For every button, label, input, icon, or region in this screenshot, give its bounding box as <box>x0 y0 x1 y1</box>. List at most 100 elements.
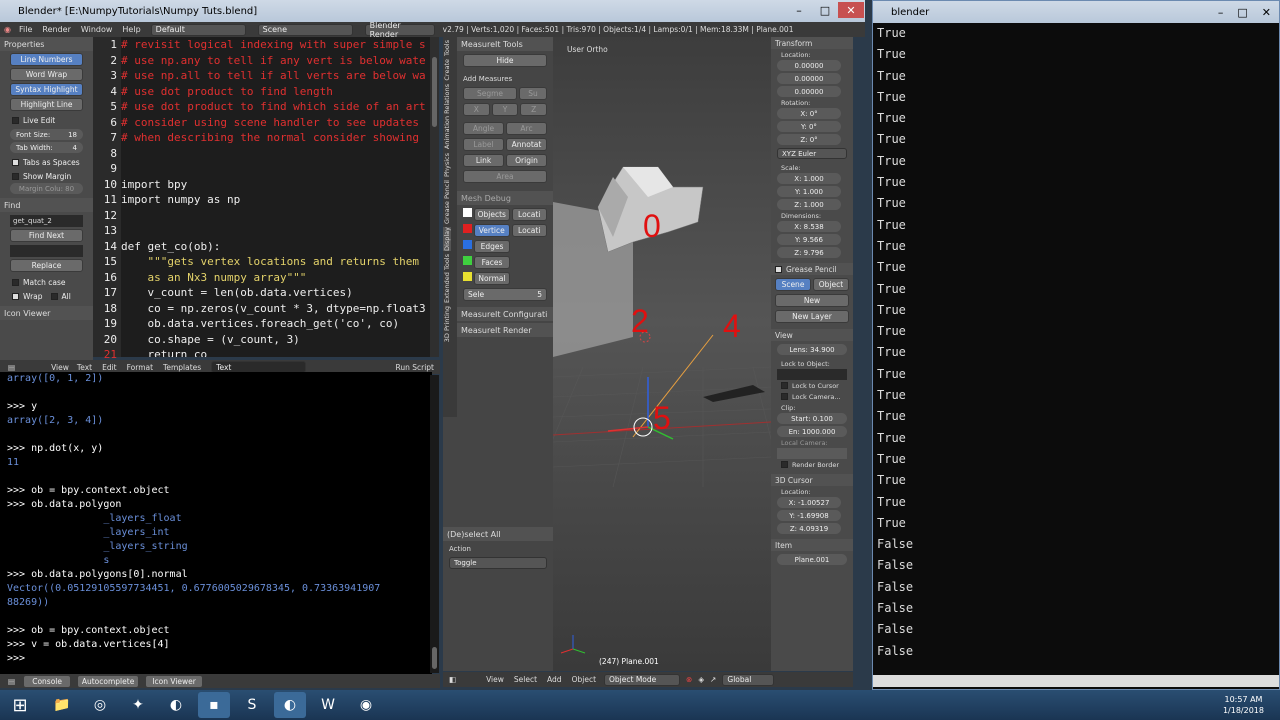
icon-viewer-button[interactable]: Icon Viewer <box>145 674 204 688</box>
terminal-maximize-button[interactable]: □ <box>1237 6 1247 19</box>
obs-icon[interactable]: ◉ <box>350 692 382 718</box>
x-button[interactable]: X <box>463 103 490 116</box>
blender-icon[interactable]: ◉ <box>4 25 11 34</box>
grease-pencil-header[interactable]: Grease Pencil <box>771 263 853 275</box>
lock-camera-checkbox[interactable]: Lock Camera... <box>771 391 853 402</box>
orientation-selector[interactable]: Global <box>722 673 775 686</box>
autocomplete-button[interactable]: Autocomplete <box>77 674 140 688</box>
editor-scrollbar[interactable] <box>430 37 439 357</box>
live-edit-checkbox[interactable]: Live Edit <box>0 113 93 127</box>
scale-y-field[interactable]: Y: 1.000 <box>777 186 841 197</box>
lens-field[interactable]: Lens: 34.900 <box>777 344 847 355</box>
label-button[interactable]: Label <box>463 138 504 151</box>
debug-vertices-location-toggle[interactable]: Locati <box>511 224 547 237</box>
tab-display[interactable]: Display <box>443 226 451 251</box>
terminal-close-button[interactable]: ✕ <box>1262 6 1271 19</box>
menu-text[interactable]: Text <box>77 363 92 372</box>
tab-grease-pencil[interactable]: Grease Pencil <box>443 180 451 224</box>
console-menu[interactable]: Console <box>23 674 72 688</box>
vertices-color-swatch[interactable] <box>463 224 472 233</box>
rotation-x-field[interactable]: X: 0° <box>777 108 841 119</box>
menu-edit[interactable]: Edit <box>102 363 117 372</box>
measureit-tools-header[interactable]: MeasureIt Tools <box>457 37 553 51</box>
debug-normal-toggle[interactable]: Normal <box>474 272 510 285</box>
dimension-x-field[interactable]: X: 8.538 <box>777 221 841 232</box>
terminal-scrollbar[interactable] <box>873 675 1279 687</box>
annotate-button[interactable]: Annotat <box>506 138 547 151</box>
code-editor[interactable]: # revisit logical indexing with super si… <box>121 37 431 357</box>
menu-window[interactable]: Window <box>81 25 113 34</box>
3d-cursor-header[interactable]: 3D Cursor <box>771 474 853 486</box>
tab-relations[interactable]: Relations <box>443 84 451 114</box>
menu-format[interactable]: Format <box>127 363 153 372</box>
menu-view[interactable]: View <box>51 363 69 372</box>
measureit-configuration-header[interactable]: MeasureIt Configurati <box>457 307 553 321</box>
word-wrap-toggle[interactable]: Word Wrap <box>10 68 83 81</box>
font-size-field[interactable]: Font Size: 18 <box>10 129 83 140</box>
debug-faces-toggle[interactable]: Faces <box>474 256 510 269</box>
skype-icon[interactable]: S <box>236 692 268 718</box>
area-button[interactable]: Area <box>463 170 547 183</box>
lock-to-cursor-checkbox[interactable]: Lock to Cursor <box>771 380 853 391</box>
location-y-field[interactable]: 0.00000 <box>777 73 841 84</box>
find-header[interactable]: Find <box>0 198 93 212</box>
3d-viewport[interactable]: User Ortho 0 2 4 5 (247) Plane.001 <box>553 37 771 671</box>
objects-color-swatch[interactable] <box>463 208 472 217</box>
terminal-minimize-button[interactable]: – <box>1218 6 1224 19</box>
menu-help[interactable]: Help <box>122 25 140 34</box>
start-button[interactable]: ⊞ <box>0 692 40 718</box>
layout-selector[interactable]: Default <box>150 23 246 36</box>
mesh-debug-header[interactable]: Mesh Debug <box>457 191 553 205</box>
cursor-z-field[interactable]: Z: 4.09319 <box>777 523 841 534</box>
gp-scene-button[interactable]: Scene <box>775 278 811 291</box>
item-header[interactable]: Item <box>771 539 853 551</box>
wrap-checkbox[interactable] <box>12 292 19 300</box>
selection-count-field[interactable]: Sele 5 <box>463 288 547 301</box>
hide-measures-button[interactable]: Hide <box>463 54 547 67</box>
find-next-button[interactable]: Find Next <box>10 229 83 242</box>
rotation-z-field[interactable]: Z: 0° <box>777 134 841 145</box>
render-engine-selector[interactable]: Blender Render <box>364 21 435 39</box>
angle-button[interactable]: Angle <box>463 122 504 135</box>
console-type-icon[interactable]: ▤ <box>8 677 15 686</box>
properties-header[interactable]: Properties <box>0 37 93 51</box>
menu-templates[interactable]: Templates <box>163 363 201 372</box>
action-selector[interactable]: Toggle <box>449 557 547 569</box>
manipulator-icon[interactable]: ↗ <box>710 675 716 684</box>
highlight-line-toggle[interactable]: Highlight Line <box>10 98 83 111</box>
maximize-button[interactable]: □ <box>812 2 838 18</box>
word-icon[interactable]: W <box>312 692 344 718</box>
tab-physics[interactable]: Physics <box>443 153 451 177</box>
location-z-field[interactable]: 0.00000 <box>777 86 841 97</box>
deselect-all-header[interactable]: (De)select All <box>443 527 553 541</box>
cmd-icon[interactable]: ▪ <box>198 692 230 718</box>
lock-object-field[interactable] <box>777 369 847 380</box>
tab-3d-printing[interactable]: 3D Printing <box>443 306 451 342</box>
clip-end-field[interactable]: En: 1000.000 <box>777 426 847 437</box>
viewport-type-icon[interactable]: ◧ <box>449 675 456 684</box>
location-x-field[interactable]: 0.00000 <box>777 60 841 71</box>
viewport-menu-object[interactable]: Object <box>572 675 596 684</box>
faces-color-swatch[interactable] <box>463 256 472 265</box>
blender-taskbar-icon[interactable]: ◐ <box>160 692 192 718</box>
tab-tools[interactable]: Tools <box>443 40 451 56</box>
debug-objects-location-toggle[interactable]: Locati <box>511 208 547 221</box>
blender-taskbar-icon-2[interactable]: ◐ <box>274 692 306 718</box>
view-header[interactable]: View <box>771 329 853 341</box>
mode-selector[interactable]: Object Mode <box>604 673 681 686</box>
editor-type-icon[interactable]: ▤ <box>8 363 15 372</box>
show-margin-checkbox[interactable]: Show Margin <box>0 169 93 183</box>
tab-animation[interactable]: Animation <box>443 116 451 149</box>
console-scrollbar[interactable] <box>430 375 439 673</box>
viewport-menu-view[interactable]: View <box>486 675 504 684</box>
tab-width-field[interactable]: Tab Width: 4 <box>10 142 83 153</box>
rotation-mode-selector[interactable]: XYZ Euler <box>777 148 847 159</box>
chrome-icon[interactable]: ◎ <box>84 692 116 718</box>
gp-object-button[interactable]: Object <box>813 278 849 291</box>
scale-z-field[interactable]: Z: 1.000 <box>777 199 841 210</box>
viewport-menu-add[interactable]: Add <box>547 675 562 684</box>
link-button[interactable]: Link <box>463 154 504 167</box>
tabs-as-spaces-checkbox[interactable]: Tabs as Spaces <box>0 155 93 169</box>
tab-extended-tools[interactable]: Extended Tools <box>443 254 451 303</box>
menu-render[interactable]: Render <box>42 25 70 34</box>
